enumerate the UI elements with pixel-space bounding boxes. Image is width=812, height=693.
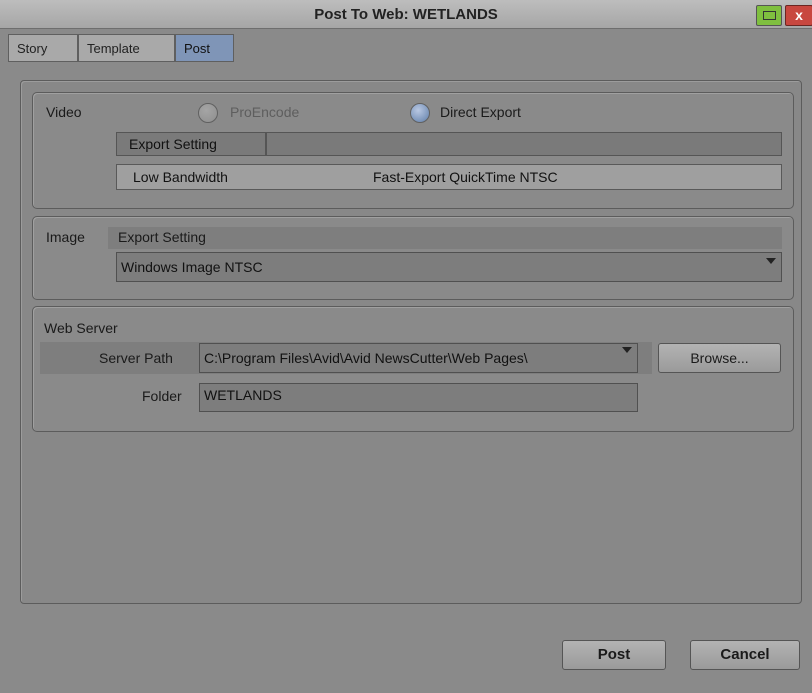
proencode-label: ProEncode: [230, 104, 300, 120]
video-label: Video: [46, 104, 82, 120]
table-row[interactable]: Low Bandwidth Fast-Export QuickTime NTSC: [116, 164, 782, 190]
server-path-select[interactable]: C:\Program Files\Avid\Avid NewsCutter\We…: [199, 343, 638, 373]
direct-export-label: Direct Export: [440, 104, 521, 120]
browse-button[interactable]: Browse...: [658, 343, 781, 373]
image-header-bar: [108, 227, 782, 249]
web-server-label: Web Server: [44, 320, 118, 336]
row-setting: Fast-Export QuickTime NTSC: [373, 169, 558, 185]
proencode-radio[interactable]: [198, 103, 218, 123]
server-path-label: Server Path: [99, 350, 173, 366]
cancel-button[interactable]: Cancel: [690, 640, 800, 670]
chevron-down-icon[interactable]: [622, 347, 632, 353]
image-export-setting-header: Export Setting: [118, 229, 206, 245]
post-button[interactable]: Post: [562, 640, 666, 670]
window-title: Post To Web: WETLANDS: [314, 6, 498, 23]
minimize-icon[interactable]: [756, 5, 782, 26]
image-export-select[interactable]: Windows Image NTSC: [116, 252, 782, 282]
row-name: Low Bandwidth: [133, 169, 228, 185]
folder-field[interactable]: WETLANDS: [199, 383, 638, 412]
image-label: Image: [46, 229, 85, 245]
tab-story[interactable]: Story: [8, 34, 78, 62]
close-icon[interactable]: x: [785, 5, 812, 26]
direct-export-radio[interactable]: [410, 103, 430, 123]
title-bar: Post To Web: WETLANDS x: [0, 0, 812, 29]
tab-post[interactable]: Post: [175, 34, 234, 62]
chevron-down-icon[interactable]: [766, 258, 776, 264]
folder-label: Folder: [142, 388, 182, 404]
export-setting-column-header[interactable]: Export Setting: [116, 132, 266, 156]
tab-template[interactable]: Template: [78, 34, 175, 62]
setting-column-header[interactable]: [266, 132, 782, 156]
